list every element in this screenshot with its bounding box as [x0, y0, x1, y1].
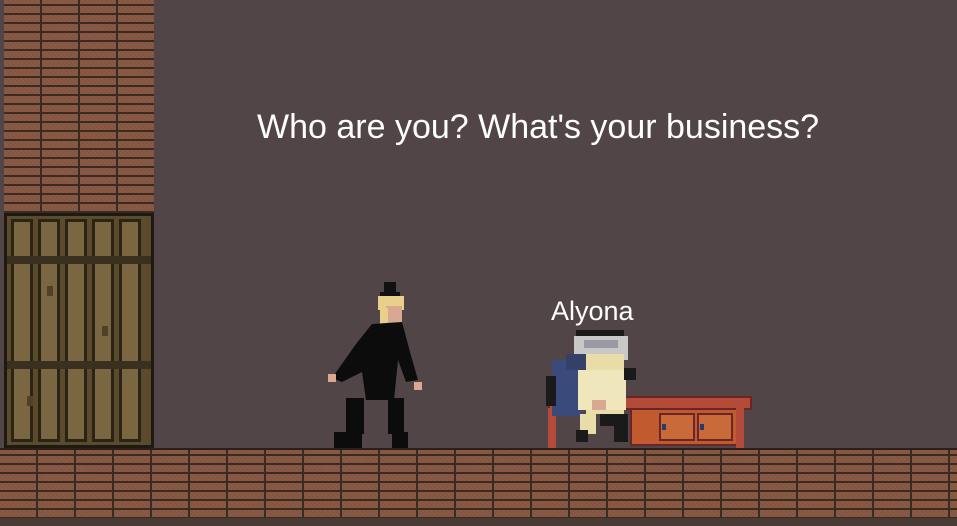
wooden-door[interactable]	[4, 213, 154, 448]
door-rail	[7, 256, 151, 264]
npc-alyona[interactable]	[546, 330, 648, 444]
door-rail	[7, 361, 151, 369]
floor-edge	[0, 518, 957, 526]
brick-wall	[4, 0, 154, 213]
door-plank	[11, 219, 33, 442]
door-knot	[27, 396, 33, 406]
door-knot	[47, 286, 53, 296]
npc-name-label: Alyona	[551, 296, 634, 326]
game-scene: Who are you? What's your business? Alyon…	[0, 0, 957, 526]
door-plank	[65, 219, 87, 442]
door-knot	[102, 326, 108, 336]
door-plank	[119, 219, 141, 442]
player-character	[328, 282, 422, 448]
dialogue-text: Who are you? What's your business?	[257, 108, 820, 146]
brick-floor	[0, 448, 957, 526]
door-plank	[38, 219, 60, 442]
